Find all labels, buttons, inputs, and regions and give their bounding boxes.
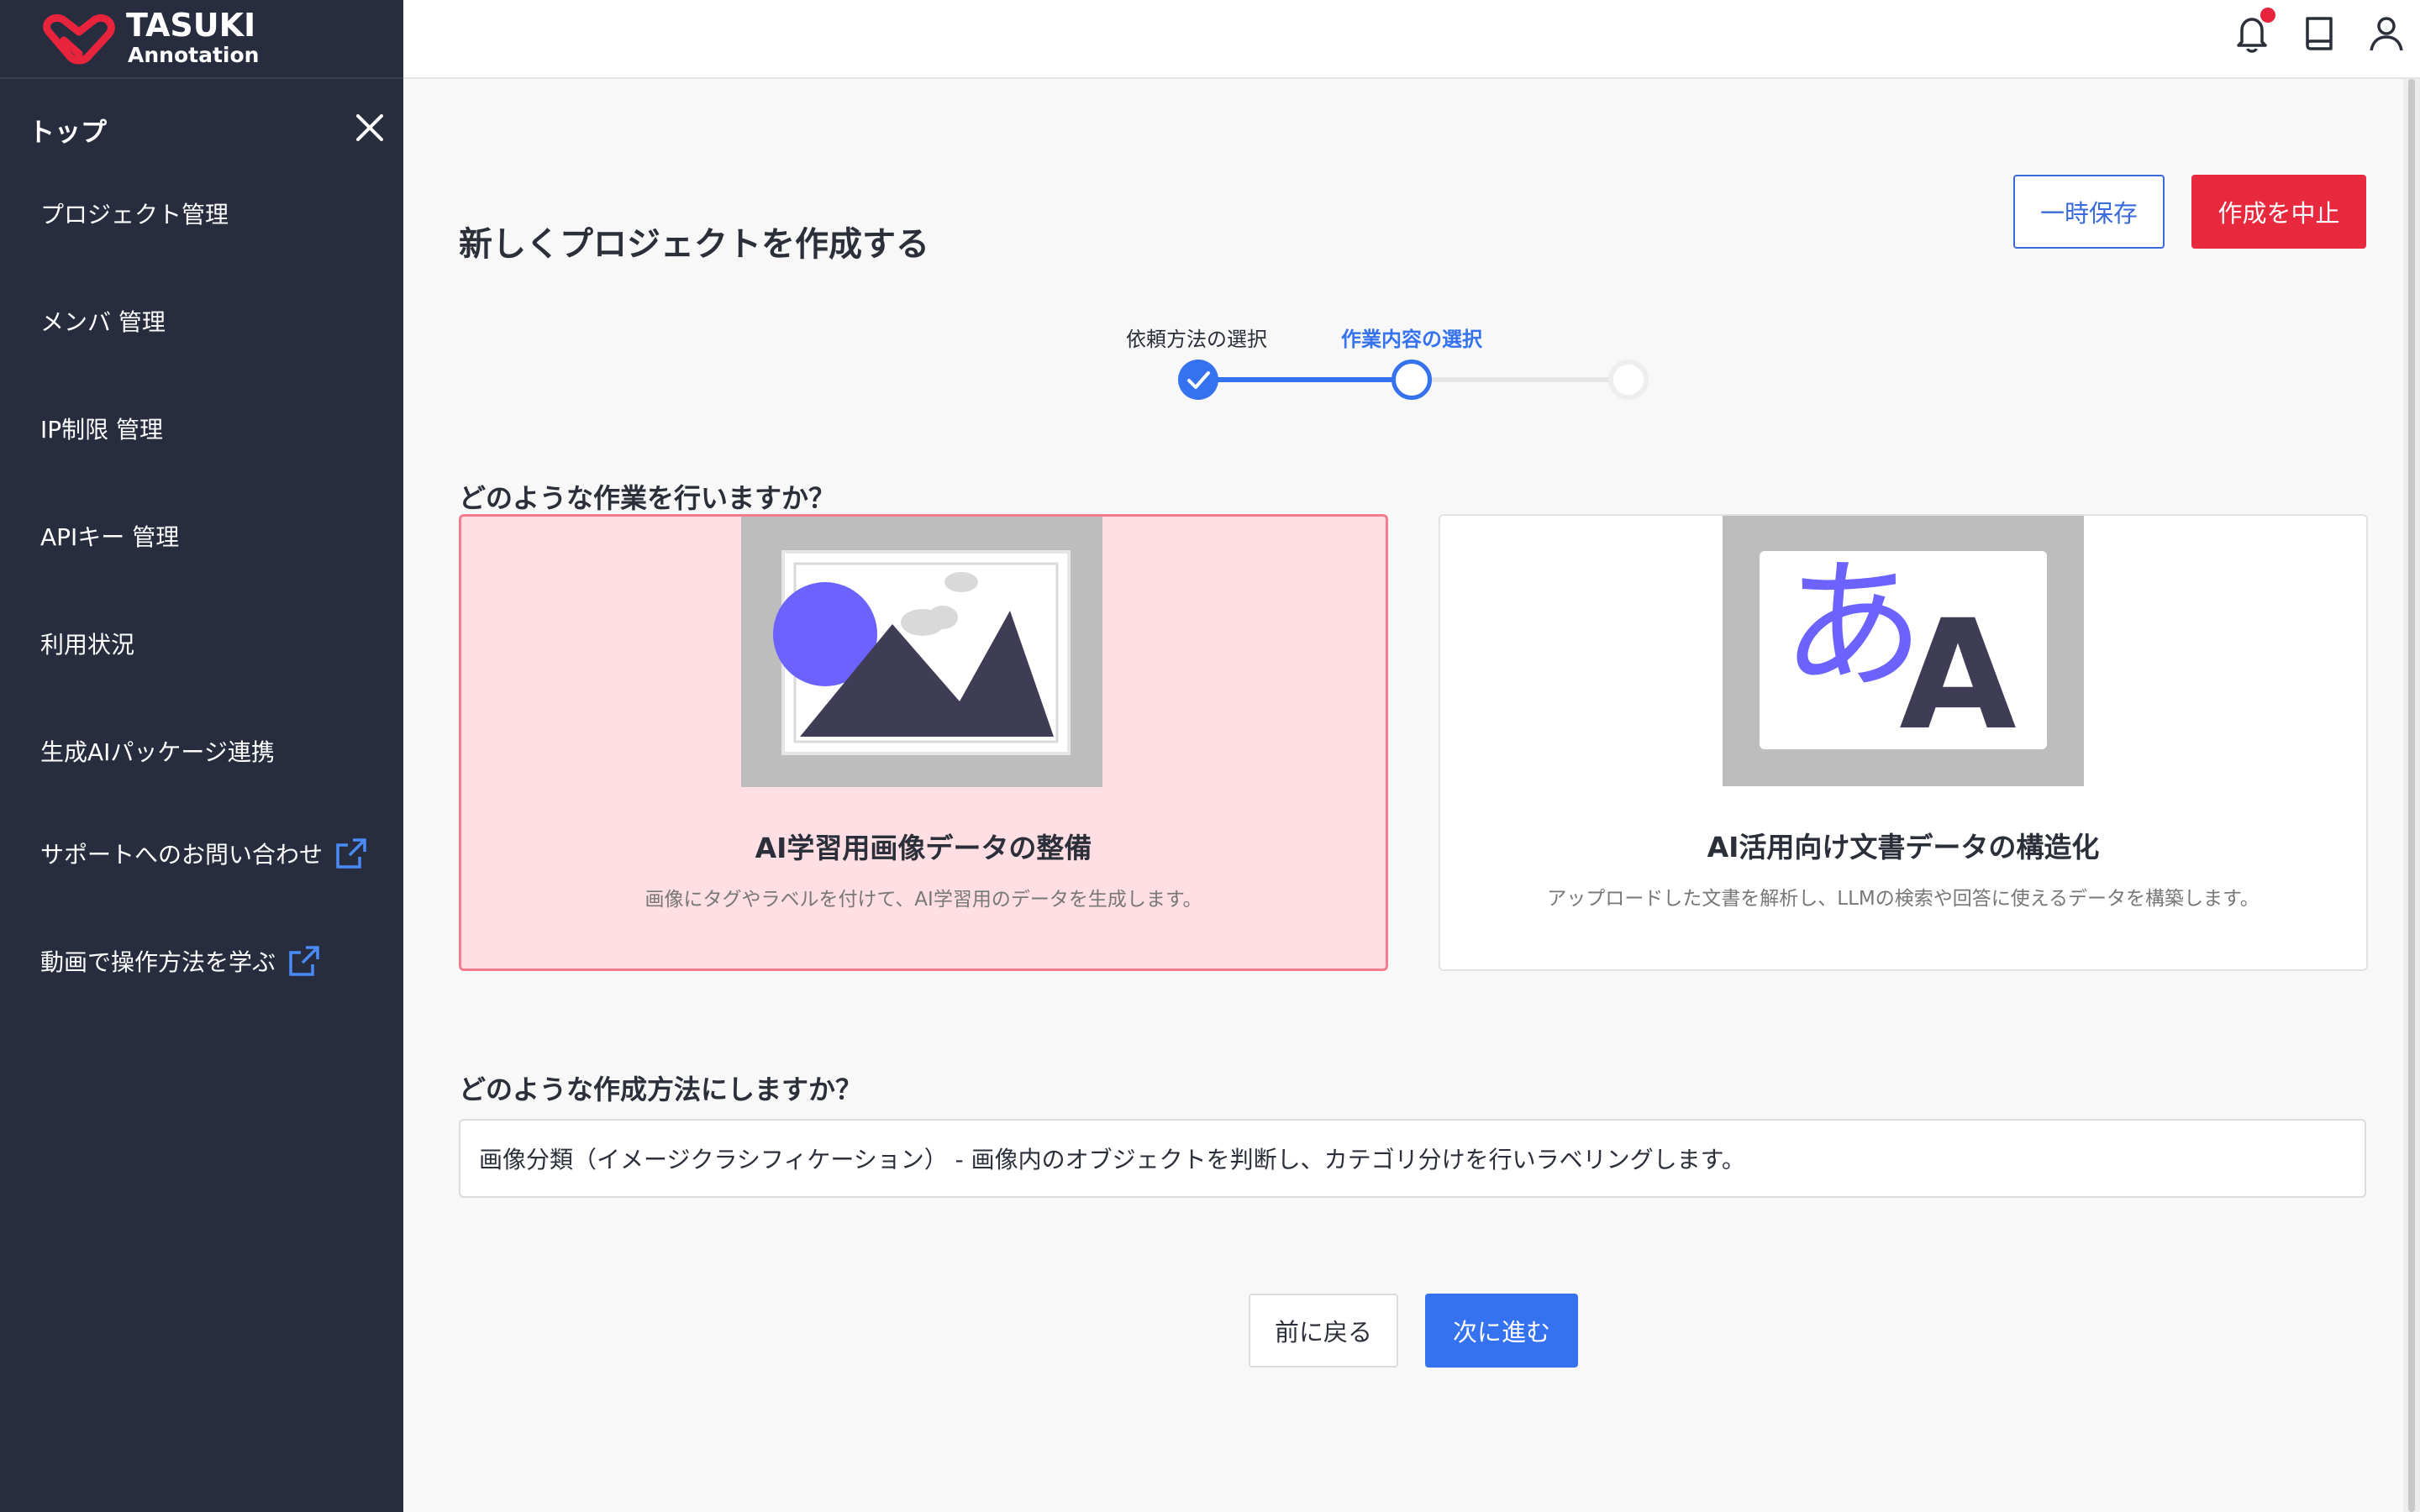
tasuki-logo-icon	[43, 13, 115, 65]
sidebar-item-projects[interactable]: プロジェクト管理	[40, 197, 229, 230]
step-label-request-method: 依頼方法の選択	[1126, 328, 1267, 351]
mountain-image-icon	[773, 550, 1071, 755]
stepper-remaining-line	[1412, 377, 1628, 382]
card-description: アップロードした文書を解析し、LLMの検索や回答に使えるデータを構築します。	[1547, 888, 2260, 910]
external-link-icon	[336, 838, 366, 869]
book-icon[interactable]	[2297, 12, 2341, 55]
stepper-progress-line	[1198, 377, 1412, 382]
sidebar-item-usage[interactable]: 利用状況	[40, 627, 134, 660]
sidebar-item-genai-package[interactable]: 生成AIパッケージ連携	[40, 734, 275, 768]
glyph-latin: A	[1899, 588, 2016, 764]
card-description: 画像にタグやラベルを付けて、AI学習用のデータを生成します。	[644, 889, 1202, 911]
scrollbar-thumb[interactable]	[2408, 79, 2415, 1512]
brand-sub: Annotation	[128, 43, 260, 67]
sidebar-item-api-keys[interactable]: APIキー 管理	[40, 519, 179, 553]
work-question: どのような作業を行いますか？	[459, 482, 836, 514]
method-select[interactable]: 画像分類（イメージクラシフィケーション） - 画像内のオブジェクトを判断し、カテ…	[459, 1119, 2366, 1198]
method-selected-value: 画像分類（イメージクラシフィケーション） - 画像内のオブジェクトを判断し、カテ…	[479, 1146, 1745, 1173]
work-card-image-annotation[interactable]: AI学習用画像データの整備 画像にタグやラベルを付けて、AI学習用のデータを生成…	[459, 514, 1388, 971]
step-pending-circle	[1608, 360, 1649, 400]
language-icon: あ A	[1760, 543, 2047, 764]
work-card-document-structuring[interactable]: あ A AI活用向け文書データの構造化 アップロードした文書を解析し、LLMの検…	[1439, 514, 2368, 971]
step-label-work-content: 作業内容の選択	[1341, 328, 1482, 351]
method-question: どのような作成方法にしますか？	[459, 1074, 863, 1105]
back-button[interactable]: 前に戻る	[1249, 1294, 1398, 1368]
document-illustration: あ A	[1723, 516, 2084, 786]
external-link-icon	[289, 946, 319, 976]
temp-save-button[interactable]: 一時保存	[2013, 175, 2165, 249]
sidebar: TASUKI Annotation トップ プロジェクト管理 メンバ 管理 IP…	[0, 0, 403, 1512]
image-illustration	[741, 517, 1102, 787]
sidebar-item-ip-restriction[interactable]: IP制限 管理	[40, 412, 163, 445]
user-icon[interactable]	[2365, 12, 2408, 55]
page-title: 新しくプロジェクトを作成する	[459, 225, 929, 264]
card-title: AI学習用画像データの整備	[755, 832, 1092, 864]
card-title: AI活用向け文書データの構造化	[1707, 831, 2100, 864]
brand-name: TASUKI	[126, 7, 256, 44]
next-button[interactable]: 次に進む	[1425, 1294, 1578, 1368]
topbar	[403, 0, 2420, 79]
check-icon	[1187, 371, 1210, 389]
logo[interactable]: TASUKI Annotation	[0, 0, 403, 79]
cancel-creation-button[interactable]: 作成を中止	[2191, 175, 2366, 249]
step-done-circle	[1178, 360, 1218, 400]
sidebar-item-support[interactable]: サポートへのお問い合わせ	[40, 837, 368, 870]
close-icon[interactable]	[353, 111, 387, 144]
sidebar-item-video-tutorial[interactable]: 動画で操作方法を学ぶ	[40, 944, 321, 978]
sidebar-item-members[interactable]: メンバ 管理	[40, 304, 166, 338]
notification-badge	[2260, 8, 2275, 23]
step-current-circle	[1392, 360, 1432, 400]
sidebar-heading: トップ	[29, 118, 107, 148]
